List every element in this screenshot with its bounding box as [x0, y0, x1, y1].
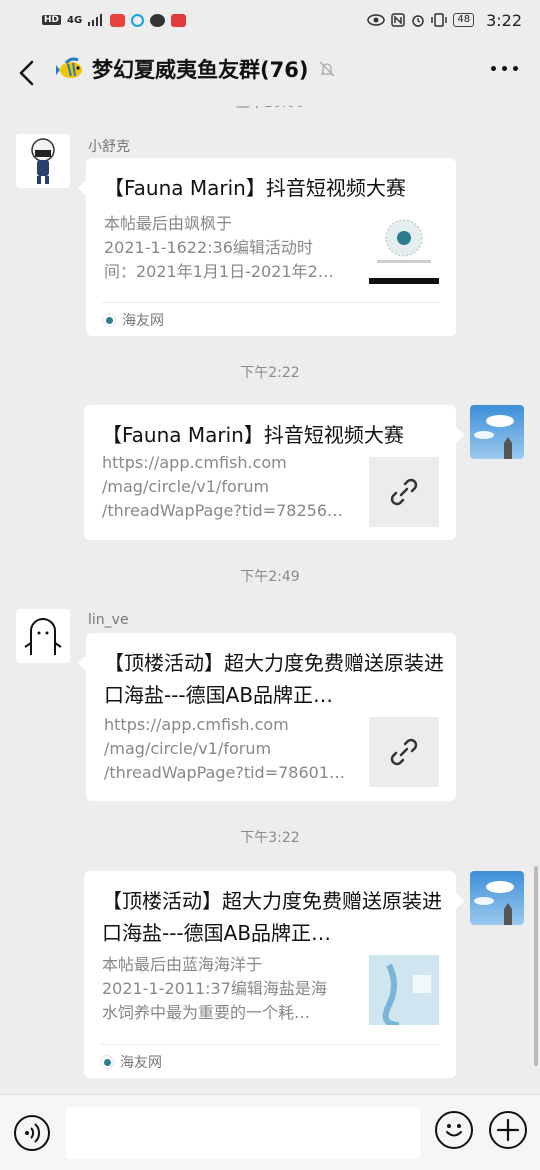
- red-app-icon: [171, 13, 187, 27]
- avatar-xiaoshuke[interactable]: [16, 134, 70, 188]
- source-label: 海友网: [122, 312, 164, 329]
- vibrate-icon: [431, 13, 448, 27]
- title-wrap: 梦幻夏威夷鱼友群(76): [56, 54, 336, 84]
- message-input[interactable]: [66, 1107, 420, 1159]
- source-icon: [102, 312, 116, 327]
- card-source: 海友网: [100, 1044, 440, 1078]
- card-thumbnail: [369, 214, 439, 284]
- sender-name: lin_ve: [88, 612, 129, 628]
- nfc-icon: [391, 13, 406, 27]
- timestamp: 下午3:22: [240, 830, 300, 846]
- avatar-lin-ve[interactable]: [16, 609, 70, 663]
- network-type: 4G: [67, 14, 83, 26]
- timestamp: 下午2:49: [240, 569, 300, 585]
- signal-icon: [88, 14, 103, 26]
- group-fish-icon: [56, 57, 82, 78]
- voice-icon[interactable]: [14, 1115, 50, 1151]
- plus-icon[interactable]: [489, 1111, 527, 1149]
- chat-header: 梦幻夏威夷鱼友群(76): [0, 40, 540, 106]
- avatar-self[interactable]: [470, 871, 524, 925]
- status-bar: HD 4G 48 3:22: [0, 0, 540, 40]
- chat-app-icon: [131, 13, 145, 27]
- scrollbar[interactable]: [534, 866, 538, 1066]
- link-card[interactable]: 【Fauna Marin】抖音短视频大赛 本帖最后由飒枫于 2021-1-162…: [78, 158, 456, 336]
- eye-icon: [367, 14, 386, 26]
- battery-level: 48: [453, 13, 475, 27]
- card-desc: 本帖最后由蓝海海洋于 2021-1-2011:37编辑海盐是海 水饲养中最为重要…: [102, 955, 327, 1022]
- link-card[interactable]: 【顶楼活动】超大力度免费赠送原装进口海盐---德国AB品牌正… https://…: [78, 633, 456, 801]
- status-left: HD 4G: [42, 13, 187, 27]
- card-title: 【Fauna Marin】抖音短视频大赛: [102, 423, 404, 447]
- more-dots-icon[interactable]: [491, 66, 518, 71]
- mute-bell-icon: [319, 61, 335, 77]
- link-card[interactable]: 【顶楼活动】超大力度免费赠送原装进口海盐---德国AB品牌正… 本帖最后由蓝海海…: [84, 871, 464, 1078]
- link-icon: [369, 717, 439, 787]
- back-arrow-icon[interactable]: [16, 58, 38, 88]
- sender-name: 小舒克: [88, 139, 130, 155]
- status-time: 3:22: [486, 10, 522, 30]
- card-title: 【顶楼活动】超大力度免费赠送原装进口海盐---德国AB品牌正…: [104, 651, 444, 707]
- status-right: 48 3:22: [367, 11, 522, 30]
- app-notification-icon: [110, 13, 126, 27]
- card-thumbnail: [369, 955, 439, 1028]
- timestamp-cut: 上午10:00: [0, 106, 540, 112]
- card-source: 海友网: [102, 302, 440, 336]
- alarm-icon: [412, 15, 425, 27]
- avatar-self[interactable]: [470, 405, 524, 459]
- card-title: 【Fauna Marin】抖音短视频大赛: [104, 176, 406, 200]
- timestamp: 下午2:22: [240, 365, 300, 381]
- card-title: 【顶楼活动】超大力度免费赠送原装进口海盐---德国AB品牌正…: [102, 889, 442, 945]
- source-label: 海友网: [120, 1054, 162, 1071]
- message-icon: [150, 13, 166, 27]
- chat-messages[interactable]: 上午10:00 小舒克 【Fauna Marin】抖音短视频大赛 本帖最后由飒枫…: [0, 106, 540, 1094]
- card-desc: 本帖最后由飒枫于 2021-1-1622:36编辑活动时 间：2021年1月1日…: [104, 214, 334, 281]
- chat-title: 梦幻夏威夷鱼友群(76): [92, 58, 309, 82]
- emoji-icon[interactable]: [435, 1111, 473, 1149]
- link-icon: [369, 457, 439, 527]
- hd-badge: HD: [42, 15, 62, 25]
- link-card[interactable]: 【Fauna Marin】抖音短视频大赛 https://app.cmfish.…: [84, 405, 464, 540]
- card-desc: https://app.cmfish.com /mag/circle/v1/fo…: [102, 453, 343, 520]
- source-icon: [100, 1054, 114, 1069]
- card-desc: https://app.cmfish.com /mag/circle/v1/fo…: [104, 715, 345, 782]
- input-bar: [0, 1094, 540, 1170]
